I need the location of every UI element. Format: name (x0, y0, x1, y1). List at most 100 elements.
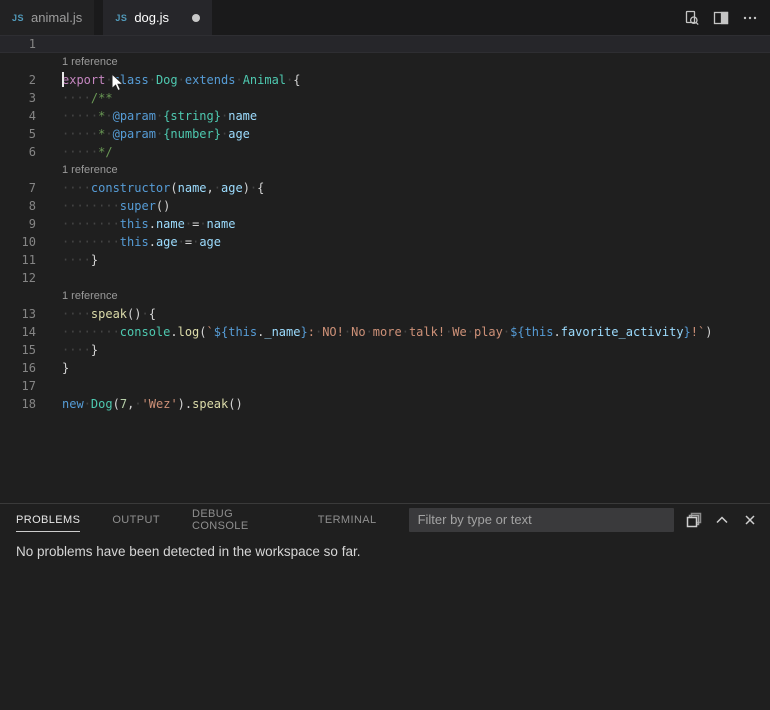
code-text: ····speak()·{ (36, 305, 156, 323)
code-text: ········this.name·=·name (36, 215, 235, 233)
codelens-label[interactable]: 1 reference (0, 164, 118, 176)
code-token: ·=· (178, 235, 200, 249)
code-token: class· (113, 73, 156, 87)
code-line[interactable]: 2export·class·Dog·extends·Animal·{ (0, 71, 770, 89)
code-token: ·····*· (62, 127, 113, 141)
code-token: ()·{ (127, 307, 156, 321)
code-line[interactable]: 11····} (0, 251, 770, 269)
code-line[interactable]: 1 (0, 35, 770, 53)
split-editor-icon[interactable] (713, 10, 729, 26)
code-line[interactable]: 3····/** (0, 89, 770, 107)
code-editor[interactable]: 1 1 reference 2export·class·Dog·extends·An… (0, 35, 770, 503)
code-line[interactable]: 13····speak()·{ (0, 305, 770, 323)
code-token: favorite_activity (561, 325, 684, 339)
code-line[interactable]: 15 ····} (0, 341, 770, 359)
open-preview-icon[interactable] (684, 10, 700, 26)
line-number[interactable]: 17 (0, 377, 36, 395)
code-token: ( (199, 325, 206, 339)
code-token: name (156, 217, 185, 231)
panel-tab-terminal[interactable]: TERMINAL (318, 507, 377, 532)
code-token: . (170, 325, 177, 339)
code-token: @param· (113, 109, 164, 123)
code-line[interactable]: 18new·Dog(7,·'Wez').speak() (0, 395, 770, 413)
code-token: ········super (62, 199, 156, 213)
line-number[interactable]: 11 (0, 251, 36, 269)
code-line[interactable]: 6·····*/ (0, 143, 770, 161)
line-number[interactable]: 9 (0, 215, 36, 233)
codelens-references[interactable]: 1 reference (0, 287, 770, 305)
code-token: ·=· (185, 217, 207, 231)
code-token: :·NO!·No·more·talk!·We·play· (308, 325, 510, 339)
code-token: ,· (127, 397, 141, 411)
code-line[interactable]: 14········console.log(`${this._name}:·NO… (0, 323, 770, 341)
code-token: ` (207, 325, 214, 339)
panel-tab-problems[interactable]: PROBLEMS (16, 507, 80, 532)
line-number[interactable]: 14 (0, 323, 36, 341)
code-token: extends· (185, 73, 243, 87)
code-line[interactable]: 16} (0, 359, 770, 377)
line-number[interactable]: 7 (0, 179, 36, 197)
line-number[interactable]: 18 (0, 395, 36, 413)
code-line[interactable]: 5·····*·@param·{number}·age (0, 125, 770, 143)
codelens-references[interactable]: 1 reference (0, 53, 770, 71)
panel-actions (686, 512, 758, 528)
line-number[interactable]: 1 (0, 35, 36, 53)
tab-dog-js[interactable]: JS dog.js (103, 0, 212, 35)
line-number[interactable]: 8 (0, 197, 36, 215)
more-actions-icon[interactable] (742, 10, 758, 26)
code-token: !` (691, 325, 705, 339)
line-number[interactable]: 13 (0, 305, 36, 323)
editor-actions (684, 0, 770, 35)
code-token: . (149, 235, 156, 249)
code-line[interactable]: 8········super() (0, 197, 770, 215)
line-number[interactable]: 16 (0, 359, 36, 377)
collapse-all-icon[interactable] (686, 512, 702, 528)
code-text: ········console.log(`${this._name}:·NO!·… (36, 323, 712, 341)
line-number[interactable]: 3 (0, 89, 36, 107)
code-token: speak (192, 397, 228, 411)
code-token: 'Wez' (142, 397, 178, 411)
code-token: {string}· (163, 109, 228, 123)
code-line[interactable]: 7····constructor(name,·age)·{ (0, 179, 770, 197)
problems-filter-input[interactable] (409, 508, 674, 532)
code-token: } (62, 361, 69, 375)
code-text: ·····*·@param·{number}·age (36, 125, 250, 143)
maximize-panel-icon[interactable] (714, 512, 730, 528)
panel-tab-output[interactable]: OUTPUT (112, 507, 160, 532)
code-token: age (156, 235, 178, 249)
code-token: ····} (62, 343, 98, 357)
code-line[interactable]: 9········this.name·=·name (0, 215, 770, 233)
panel-tab-debug-console[interactable]: DEBUG CONSOLE (192, 501, 286, 538)
line-number[interactable]: 15 (0, 341, 36, 359)
line-number[interactable]: 2 (0, 71, 36, 89)
line-number[interactable]: 10 (0, 233, 36, 251)
modified-dot-icon[interactable] (192, 14, 200, 22)
line-number[interactable]: 4 (0, 107, 36, 125)
code-token: age (228, 127, 250, 141)
code-line[interactable]: 10········this.age·=·age (0, 233, 770, 251)
code-line[interactable]: 17 (0, 377, 770, 395)
code-text: } (36, 359, 69, 377)
code-token: Dog (91, 397, 113, 411)
code-line[interactable]: 12 (0, 269, 770, 287)
code-token: name (228, 109, 257, 123)
code-token: ${this (214, 325, 257, 339)
codelens-label[interactable]: 1 reference (0, 290, 118, 302)
tab-animal-js[interactable]: JS animal.js (0, 0, 94, 35)
code-text: ·····*/ (36, 143, 113, 161)
line-number[interactable]: 12 (0, 269, 36, 287)
code-token: @param· (113, 127, 164, 141)
code-token: ( (113, 397, 120, 411)
close-panel-icon[interactable] (742, 512, 758, 528)
code-token: ········console (62, 325, 170, 339)
line-number[interactable]: 5 (0, 125, 36, 143)
codelens-label[interactable]: 1 reference (0, 56, 118, 68)
code-token: . (149, 217, 156, 231)
code-token: } (300, 325, 307, 339)
code-line[interactable]: 4·····*·@param·{string}·name (0, 107, 770, 125)
line-number[interactable]: 6 (0, 143, 36, 161)
bottom-panel: PROBLEMS OUTPUT DEBUG CONSOLE TERMINAL (0, 503, 770, 710)
codelens-references[interactable]: 1 reference (0, 161, 770, 179)
code-text: ·····*·@param·{string}·name (36, 107, 257, 125)
code-token: {number}· (163, 127, 228, 141)
